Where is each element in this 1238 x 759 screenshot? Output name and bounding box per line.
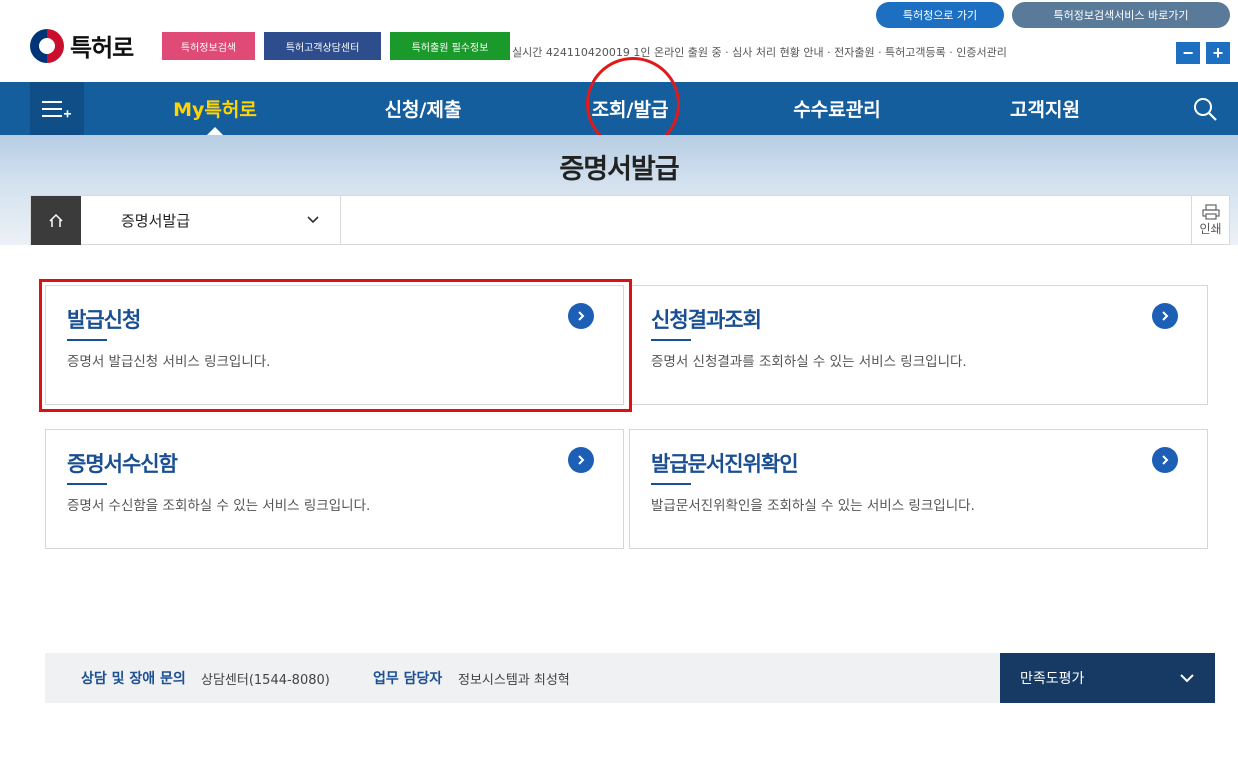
kipo-link-button[interactable]: 특허청으로 가기 bbox=[876, 2, 1004, 28]
card-title: 발급신청 bbox=[67, 308, 141, 332]
notice-ticker[interactable]: 실시간 424110420019 1인 온라인 출원 중 · 심사 처리 현황 … bbox=[512, 44, 1172, 60]
banner-link-3[interactable]: 특허출원 필수정보 bbox=[390, 32, 510, 60]
breadcrumb: 증명서발급 인쇄 bbox=[30, 195, 1230, 245]
nav-apply-submit[interactable]: 신청/제출 bbox=[358, 82, 488, 135]
zoom-out-button[interactable]: − bbox=[1176, 42, 1200, 64]
site-logo[interactable]: 특허로 bbox=[30, 28, 134, 63]
arrow-right-icon[interactable] bbox=[568, 303, 594, 329]
nav-inquiry-issue[interactable]: 조회/발급 bbox=[565, 82, 695, 135]
support-label: 상담 및 장애 문의 bbox=[81, 671, 186, 687]
card-description: 증명서 발급신청 서비스 링크입니다. bbox=[67, 354, 271, 370]
support-value: 상담센터(1544-8080) bbox=[201, 673, 330, 688]
top-utility-bar: 특허로 특허정보검색 특허고객상담센터 특허출원 필수정보 실시간 424110… bbox=[0, 0, 1238, 82]
card-underline bbox=[651, 339, 691, 341]
patent-search-link-button[interactable]: 특허정보검색서비스 바로가기 bbox=[1012, 2, 1230, 28]
page-footer: 상담 및 장애 문의 상담센터(1544-8080) 업무 담당자 정보시스템과… bbox=[45, 653, 1215, 703]
arrow-right-icon[interactable] bbox=[1152, 303, 1178, 329]
card-request-result[interactable]: 신청결과조회 증명서 신청결과를 조회하실 수 있는 서비스 링크입니다. bbox=[629, 285, 1208, 405]
satisfaction-survey-toggle[interactable]: 만족도평가 bbox=[1000, 653, 1215, 703]
card-document-verification[interactable]: 발급문서진위확인 발급문서진위확인을 조회하실 수 있는 서비스 링크입니다. bbox=[629, 429, 1208, 549]
page-hero: 증명서발급 증명서발급 인쇄 bbox=[0, 135, 1238, 245]
chevron-down-icon bbox=[307, 216, 319, 224]
manager-label: 업무 담당자 bbox=[373, 671, 443, 687]
nav-fee-management[interactable]: 수수료관리 bbox=[772, 82, 902, 135]
card-underline bbox=[67, 483, 107, 485]
arrow-right-icon[interactable] bbox=[568, 447, 594, 473]
logo-text: 특허로 bbox=[70, 34, 134, 62]
card-description: 발급문서진위확인을 조회하실 수 있는 서비스 링크입니다. bbox=[651, 498, 975, 514]
arrow-right-icon[interactable] bbox=[1152, 447, 1178, 473]
breadcrumb-select[interactable]: 증명서발급 bbox=[81, 196, 341, 245]
print-label: 인쇄 bbox=[1199, 222, 1222, 236]
banner-link-1[interactable]: 특허정보검색 bbox=[162, 32, 255, 60]
zoom-in-button[interactable]: + bbox=[1206, 42, 1230, 64]
banner-link-2[interactable]: 특허고객상담센터 bbox=[264, 32, 381, 60]
survey-label: 만족도평가 bbox=[1020, 671, 1085, 687]
search-button[interactable] bbox=[1180, 82, 1230, 135]
page-title: 증명서발급 bbox=[559, 154, 679, 185]
card-title: 증명서수신함 bbox=[67, 452, 178, 476]
government-emblem-icon bbox=[30, 28, 64, 63]
card-title: 발급문서진위확인 bbox=[651, 452, 799, 476]
chevron-down-icon bbox=[1180, 674, 1194, 683]
card-certificate-inbox[interactable]: 증명서수신함 증명서 수신함을 조회하실 수 있는 서비스 링크입니다. bbox=[45, 429, 624, 549]
hamburger-plus-icon bbox=[42, 100, 71, 117]
card-issue-request[interactable]: 발급신청 증명서 발급신청 서비스 링크입니다. bbox=[45, 285, 624, 405]
search-icon bbox=[1194, 97, 1217, 121]
home-icon bbox=[49, 213, 63, 227]
nav-my-patentro[interactable]: My특허로 bbox=[150, 82, 280, 135]
nav-customer-support[interactable]: 고객지원 bbox=[980, 82, 1110, 135]
card-title: 신청결과조회 bbox=[651, 308, 762, 332]
breadcrumb-select-label: 증명서발급 bbox=[121, 212, 191, 230]
card-underline bbox=[67, 339, 107, 341]
manager-value: 정보시스템과 최성혁 bbox=[458, 673, 570, 688]
card-description: 증명서 수신함을 조회하실 수 있는 서비스 링크입니다. bbox=[67, 498, 371, 514]
print-button[interactable]: 인쇄 bbox=[1191, 196, 1229, 245]
card-underline bbox=[651, 483, 691, 485]
all-menu-button[interactable] bbox=[30, 82, 84, 135]
card-description: 증명서 신청결과를 조회하실 수 있는 서비스 링크입니다. bbox=[651, 354, 967, 370]
home-button[interactable] bbox=[31, 196, 81, 245]
main-nav: My특허로 신청/제출 조회/발급 수수료관리 고객지원 bbox=[0, 82, 1238, 135]
printer-icon bbox=[1201, 204, 1220, 220]
